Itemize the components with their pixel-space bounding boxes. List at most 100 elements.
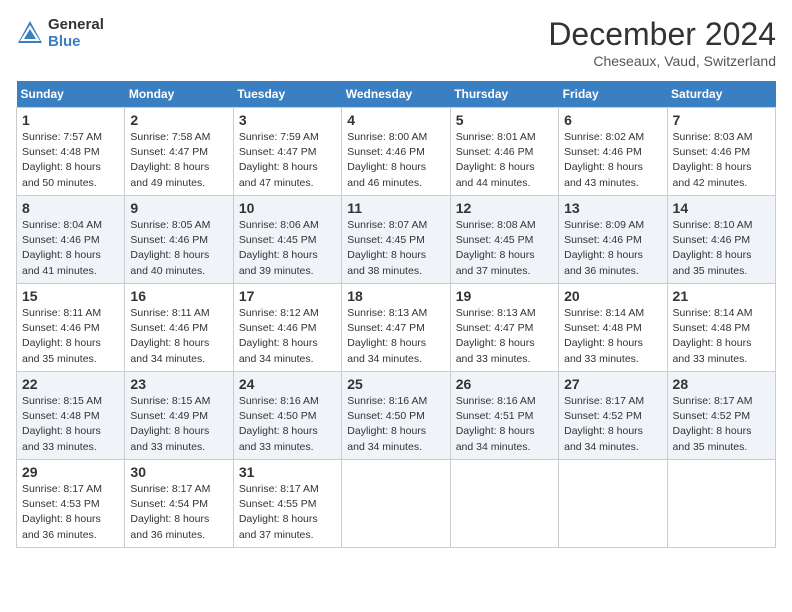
calendar-cell: 11 Sunrise: 8:07 AMSunset: 4:45 PMDayligh… — [342, 196, 450, 284]
calendar-cell: 23 Sunrise: 8:15 AMSunset: 4:49 PMDayligh… — [125, 372, 233, 460]
calendar-cell — [342, 460, 450, 548]
logo-text: General Blue — [48, 16, 104, 50]
logo-icon — [16, 19, 44, 47]
calendar-cell: 8 Sunrise: 8:04 AMSunset: 4:46 PMDaylight… — [17, 196, 125, 284]
page-header: General Blue December 2024 Cheseaux, Vau… — [16, 16, 776, 69]
calendar-cell: 22 Sunrise: 8:15 AMSunset: 4:48 PMDayligh… — [17, 372, 125, 460]
day-number: 26 — [456, 376, 553, 392]
cell-info: Sunrise: 8:14 AMSunset: 4:48 PMDaylight:… — [564, 306, 661, 367]
calendar-cell: 1Sunrise: 7:57 AMSunset: 4:48 PMDaylight… — [17, 108, 125, 196]
calendar-cell: 20 Sunrise: 8:14 AMSunset: 4:48 PMDayligh… — [559, 284, 667, 372]
cell-info: Sunrise: 8:06 AMSunset: 4:45 PMDaylight:… — [239, 218, 336, 279]
weekday-header-thursday: Thursday — [450, 81, 558, 108]
cell-info: Sunrise: 8:11 AMSunset: 4:46 PMDaylight:… — [130, 306, 227, 367]
cell-info: Sunrise: 8:17 AMSunset: 4:52 PMDaylight:… — [673, 394, 770, 455]
calendar-cell: 12Sunrise: 8:08 AMSunset: 4:45 PMDayligh… — [450, 196, 558, 284]
day-number: 14 — [673, 200, 770, 216]
day-number: 21 — [673, 288, 770, 304]
month-title: December 2024 — [548, 16, 776, 53]
cell-info: Sunrise: 8:04 AMSunset: 4:46 PMDaylight:… — [22, 218, 119, 279]
location: Cheseaux, Vaud, Switzerland — [548, 53, 776, 69]
day-number: 23 — [130, 376, 227, 392]
day-number: 7 — [673, 112, 770, 128]
day-number: 5 — [456, 112, 553, 128]
cell-info: Sunrise: 8:03 AMSunset: 4:46 PMDaylight:… — [673, 130, 770, 191]
day-number: 11 — [347, 200, 444, 216]
day-number: 30 — [130, 464, 227, 480]
cell-info: Sunrise: 8:15 AMSunset: 4:48 PMDaylight:… — [22, 394, 119, 455]
calendar-cell: 5 Sunrise: 8:01 AMSunset: 4:46 PMDaylight… — [450, 108, 558, 196]
calendar-cell: 14Sunrise: 8:10 AMSunset: 4:46 PMDayligh… — [667, 196, 775, 284]
day-number: 8 — [22, 200, 119, 216]
logo: General Blue — [16, 16, 104, 50]
calendar-cell: 31Sunrise: 8:17 AMSunset: 4:55 PMDayligh… — [233, 460, 341, 548]
calendar-cell: 26 Sunrise: 8:16 AMSunset: 4:51 PMDayligh… — [450, 372, 558, 460]
weekday-header-friday: Friday — [559, 81, 667, 108]
calendar-cell: 18Sunrise: 8:13 AMSunset: 4:47 PMDayligh… — [342, 284, 450, 372]
calendar-table: SundayMondayTuesdayWednesdayThursdayFrid… — [16, 81, 776, 548]
calendar-cell: 25 Sunrise: 8:16 AMSunset: 4:50 PMDayligh… — [342, 372, 450, 460]
cell-info: Sunrise: 8:16 AMSunset: 4:51 PMDaylight:… — [456, 394, 553, 455]
day-number: 13 — [564, 200, 661, 216]
day-number: 25 — [347, 376, 444, 392]
calendar-cell — [559, 460, 667, 548]
cell-info: Sunrise: 8:17 AMSunset: 4:55 PMDaylight:… — [239, 482, 336, 543]
day-number: 3 — [239, 112, 336, 128]
week-row-2: 8 Sunrise: 8:04 AMSunset: 4:46 PMDaylight… — [17, 196, 776, 284]
calendar-cell: 19Sunrise: 8:13 AMSunset: 4:47 PMDayligh… — [450, 284, 558, 372]
day-number: 27 — [564, 376, 661, 392]
cell-info: Sunrise: 8:02 AMSunset: 4:46 PMDaylight:… — [564, 130, 661, 191]
day-number: 2 — [130, 112, 227, 128]
calendar-cell: 27Sunrise: 8:17 AMSunset: 4:52 PMDayligh… — [559, 372, 667, 460]
day-number: 29 — [22, 464, 119, 480]
calendar-cell: 4Sunrise: 8:00 AMSunset: 4:46 PMDaylight… — [342, 108, 450, 196]
week-row-5: 29 Sunrise: 8:17 AMSunset: 4:53 PMDayligh… — [17, 460, 776, 548]
day-number: 10 — [239, 200, 336, 216]
day-number: 16 — [130, 288, 227, 304]
cell-info: Sunrise: 8:01 AMSunset: 4:46 PMDaylight:… — [456, 130, 553, 191]
cell-info: Sunrise: 8:11 AMSunset: 4:46 PMDaylight:… — [22, 306, 119, 367]
cell-info: Sunrise: 8:14 AMSunset: 4:48 PMDaylight:… — [673, 306, 770, 367]
cell-info: Sunrise: 8:13 AMSunset: 4:47 PMDaylight:… — [456, 306, 553, 367]
weekday-header-saturday: Saturday — [667, 81, 775, 108]
weekday-header-wednesday: Wednesday — [342, 81, 450, 108]
cell-info: Sunrise: 8:15 AMSunset: 4:49 PMDaylight:… — [130, 394, 227, 455]
day-number: 9 — [130, 200, 227, 216]
calendar-cell: 10 Sunrise: 8:06 AMSunset: 4:45 PMDayligh… — [233, 196, 341, 284]
calendar-cell — [450, 460, 558, 548]
calendar-cell — [667, 460, 775, 548]
weekday-header-sunday: Sunday — [17, 81, 125, 108]
day-number: 12 — [456, 200, 553, 216]
cell-info: Sunrise: 7:59 AMSunset: 4:47 PMDaylight:… — [239, 130, 336, 191]
day-number: 24 — [239, 376, 336, 392]
calendar-cell: 7 Sunrise: 8:03 AMSunset: 4:46 PMDaylight… — [667, 108, 775, 196]
calendar-cell: 13 Sunrise: 8:09 AMSunset: 4:46 PMDayligh… — [559, 196, 667, 284]
calendar-cell: 3 Sunrise: 7:59 AMSunset: 4:47 PMDaylight… — [233, 108, 341, 196]
cell-info: Sunrise: 8:12 AMSunset: 4:46 PMDaylight:… — [239, 306, 336, 367]
weekday-header-monday: Monday — [125, 81, 233, 108]
calendar-cell: 16 Sunrise: 8:11 AMSunset: 4:46 PMDayligh… — [125, 284, 233, 372]
calendar-cell: 2 Sunrise: 7:58 AMSunset: 4:47 PMDaylight… — [125, 108, 233, 196]
day-number: 28 — [673, 376, 770, 392]
day-number: 22 — [22, 376, 119, 392]
cell-info: Sunrise: 8:07 AMSunset: 4:45 PMDaylight:… — [347, 218, 444, 279]
weekday-header-tuesday: Tuesday — [233, 81, 341, 108]
cell-info: Sunrise: 8:17 AMSunset: 4:53 PMDaylight:… — [22, 482, 119, 543]
calendar-cell: 9 Sunrise: 8:05 AMSunset: 4:46 PMDaylight… — [125, 196, 233, 284]
calendar-cell: 29 Sunrise: 8:17 AMSunset: 4:53 PMDayligh… — [17, 460, 125, 548]
title-section: December 2024 Cheseaux, Vaud, Switzerlan… — [548, 16, 776, 69]
calendar-cell: 24 Sunrise: 8:16 AMSunset: 4:50 PMDayligh… — [233, 372, 341, 460]
cell-info: Sunrise: 8:05 AMSunset: 4:46 PMDaylight:… — [130, 218, 227, 279]
calendar-cell: 30 Sunrise: 8:17 AMSunset: 4:54 PMDayligh… — [125, 460, 233, 548]
day-number: 15 — [22, 288, 119, 304]
cell-info: Sunrise: 7:58 AMSunset: 4:47 PMDaylight:… — [130, 130, 227, 191]
cell-info: Sunrise: 8:13 AMSunset: 4:47 PMDaylight:… — [347, 306, 444, 367]
week-row-4: 22 Sunrise: 8:15 AMSunset: 4:48 PMDayligh… — [17, 372, 776, 460]
cell-info: Sunrise: 8:16 AMSunset: 4:50 PMDaylight:… — [239, 394, 336, 455]
cell-info: Sunrise: 8:09 AMSunset: 4:46 PMDaylight:… — [564, 218, 661, 279]
day-number: 17 — [239, 288, 336, 304]
cell-info: Sunrise: 8:17 AMSunset: 4:54 PMDaylight:… — [130, 482, 227, 543]
weekday-header-row: SundayMondayTuesdayWednesdayThursdayFrid… — [17, 81, 776, 108]
day-number: 20 — [564, 288, 661, 304]
cell-info: Sunrise: 8:16 AMSunset: 4:50 PMDaylight:… — [347, 394, 444, 455]
